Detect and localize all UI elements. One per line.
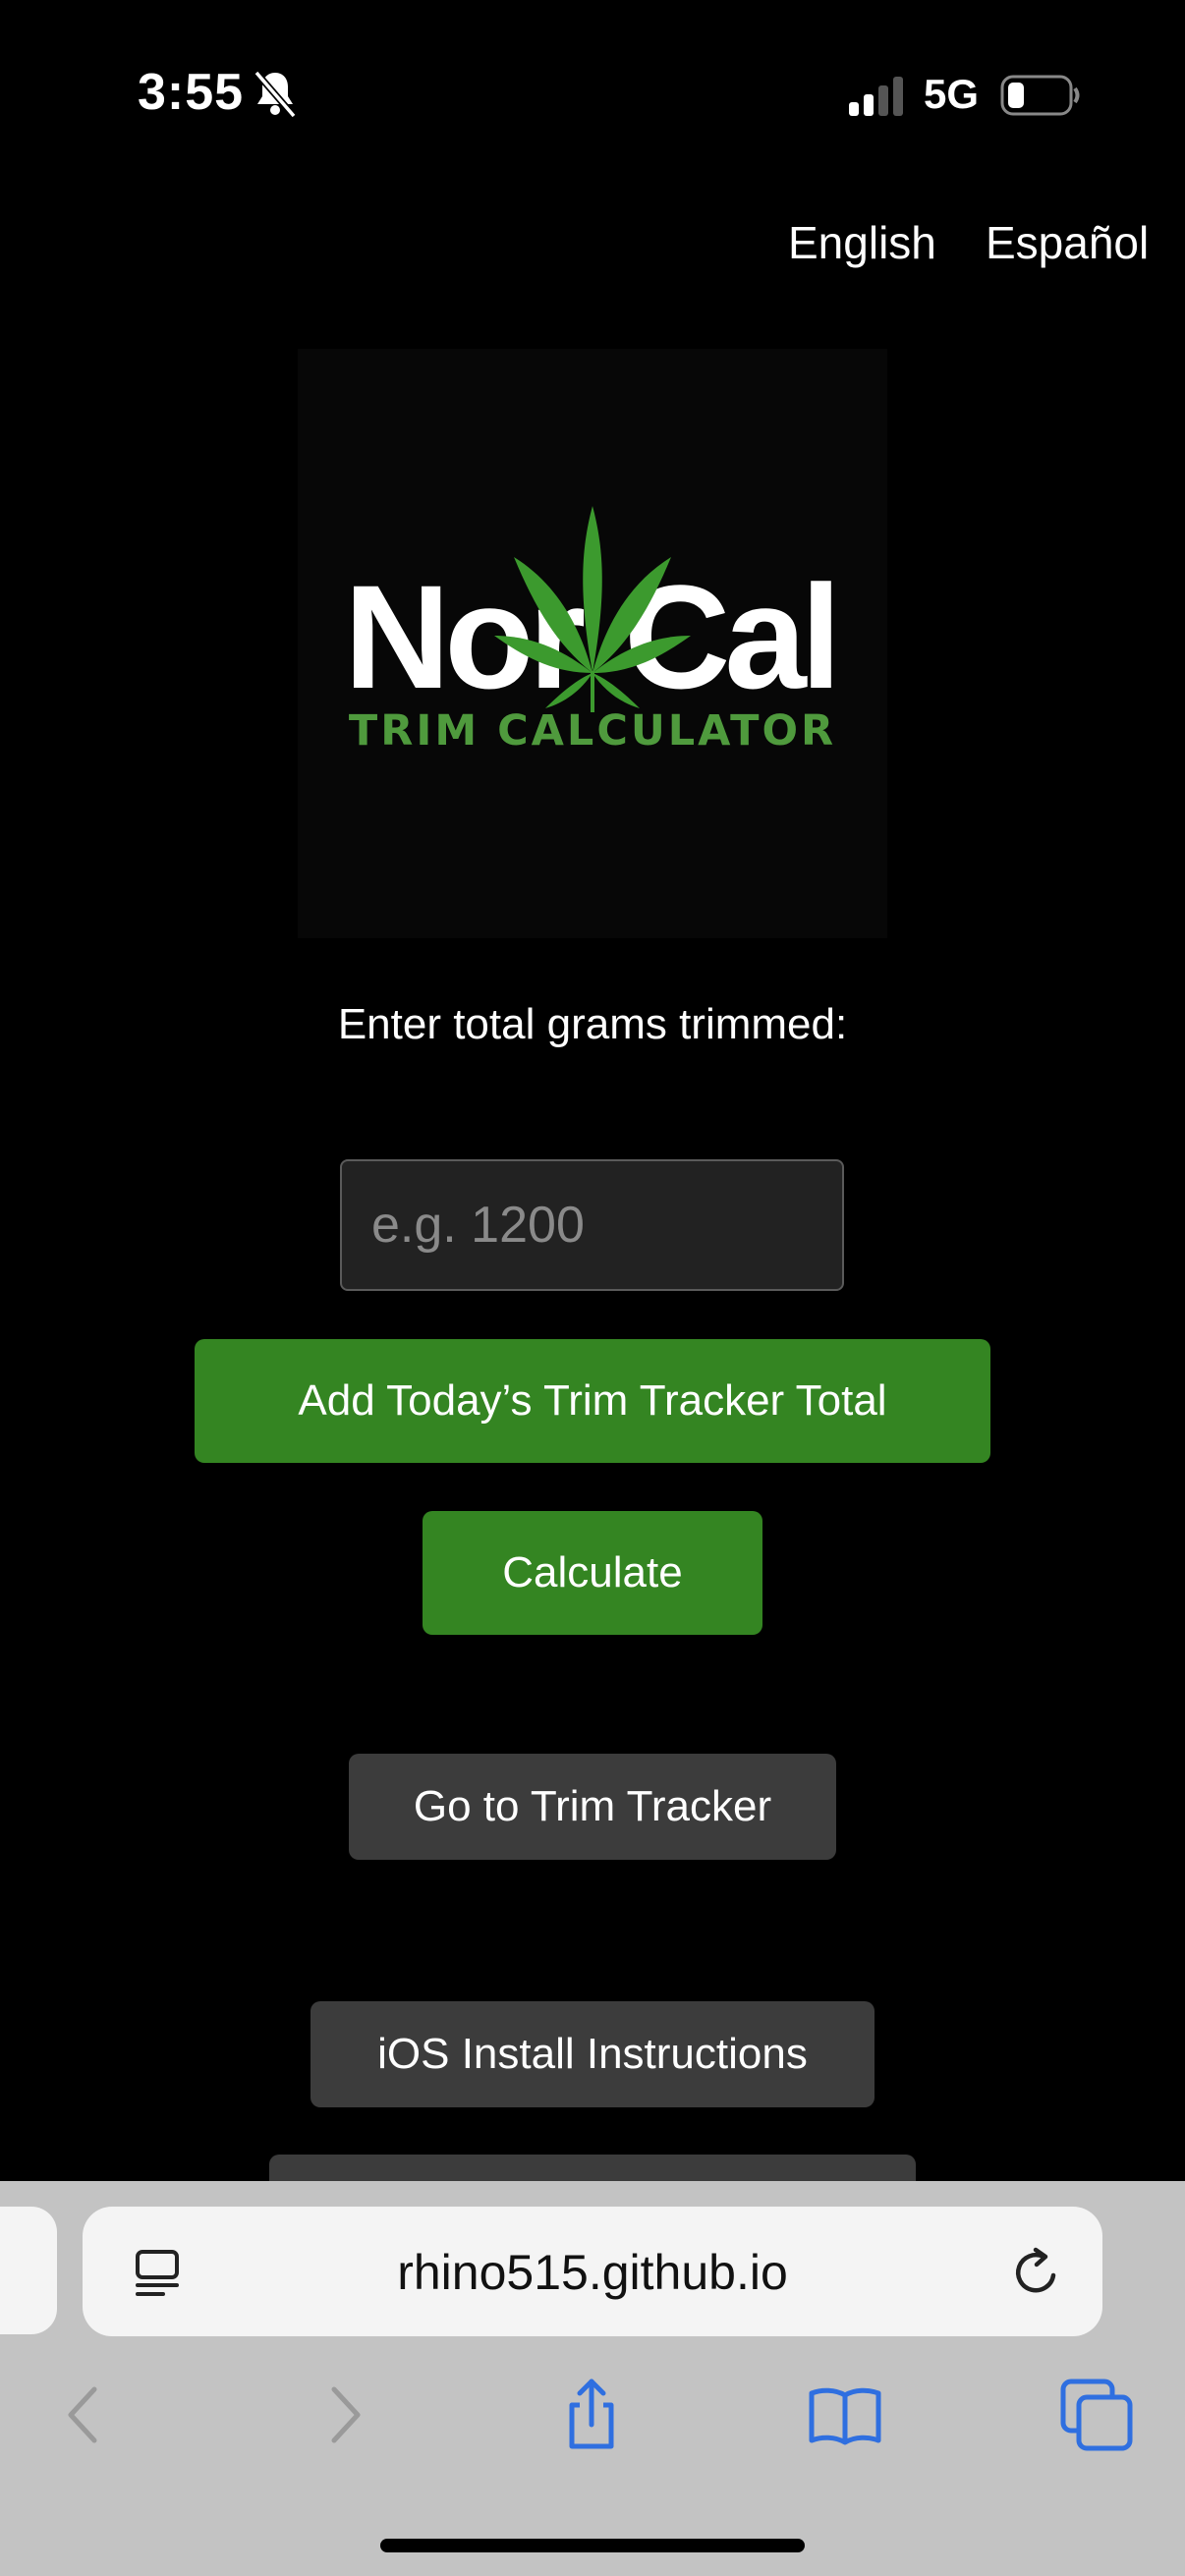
address-bar[interactable]: rhino515.github.io bbox=[83, 2207, 1102, 2336]
share-icon[interactable] bbox=[552, 2376, 631, 2454]
go-to-trim-tracker-button[interactable]: Go to Trim Tracker bbox=[349, 1754, 836, 1860]
forward-icon[interactable] bbox=[303, 2376, 381, 2454]
home-indicator bbox=[380, 2539, 805, 2552]
bell-slash-icon bbox=[251, 69, 300, 120]
add-trim-tracker-total-button[interactable]: Add Today’s Trim Tracker Total bbox=[195, 1339, 990, 1463]
grams-prompt-label: Enter total grams trimmed: bbox=[337, 1000, 848, 1048]
status-time: 3:55 bbox=[138, 64, 245, 121]
back-icon[interactable] bbox=[47, 2376, 126, 2454]
language-english-link[interactable]: English bbox=[788, 216, 936, 269]
norcal-logo: Nor Cal TRIM CALCULATOR bbox=[298, 349, 887, 938]
ios-install-instructions-button[interactable]: iOS Install Instructions bbox=[310, 2001, 875, 2107]
logo-word-left: Nor bbox=[344, 554, 585, 719]
bookmarks-icon[interactable] bbox=[806, 2376, 884, 2454]
signal-icon bbox=[847, 77, 906, 116]
logo-subtitle: TRIM CALCULATOR bbox=[349, 706, 836, 756]
tabs-icon[interactable] bbox=[1057, 2376, 1136, 2454]
language-spanish-link[interactable]: Español bbox=[986, 216, 1149, 269]
reload-icon[interactable] bbox=[1010, 2246, 1063, 2299]
battery-icon bbox=[1000, 73, 1081, 118]
calculate-button[interactable]: Calculate bbox=[423, 1511, 762, 1635]
previous-tab-card[interactable] bbox=[0, 2207, 57, 2334]
network-type: 5G bbox=[924, 71, 980, 117]
grams-input[interactable] bbox=[340, 1159, 844, 1291]
url-text: rhino515.github.io bbox=[397, 2245, 788, 2300]
